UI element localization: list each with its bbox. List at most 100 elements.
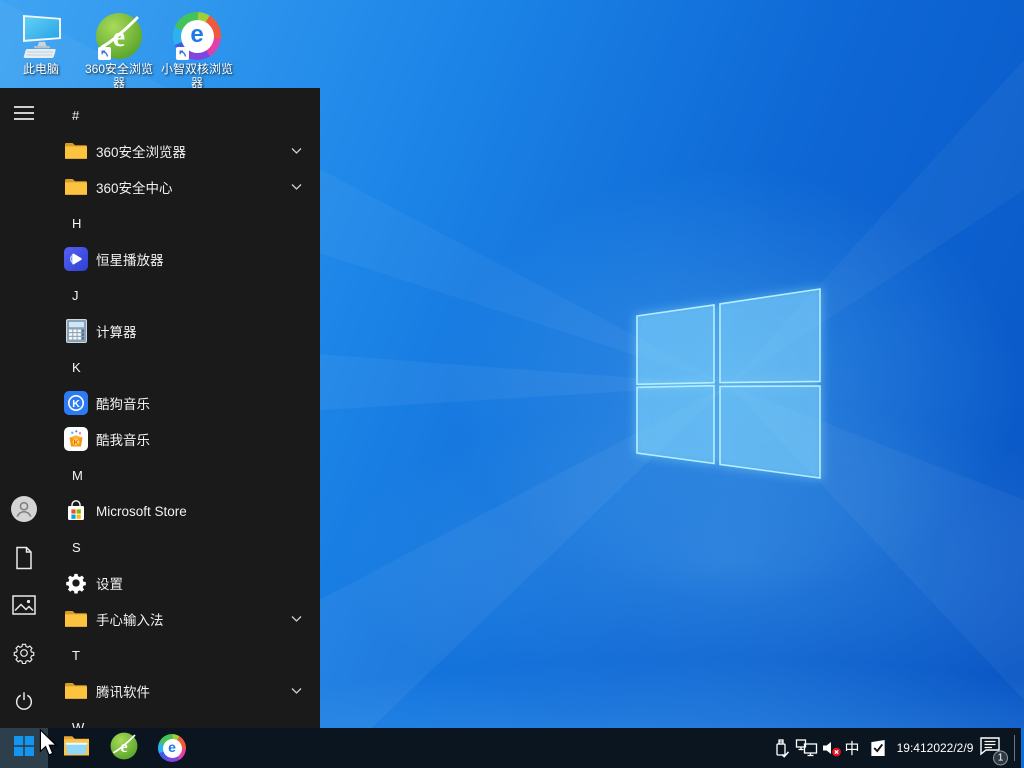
start-menu-item-label: 酷我音乐 [96,429,150,449]
shortcut-arrow-icon [98,47,111,60]
desktop-icon-label: 小智双核浏览器 [159,62,235,90]
start-menu: #360安全浏览器 360安全中心 H 恒星播放器 J 计算器 K K 酷狗音乐 K 酷我音乐 M Mi… [0,88,320,728]
notification-badge: 1 [993,751,1008,766]
svg-text:K: K [72,398,80,410]
rail-documents-button[interactable] [0,536,48,584]
section-letter: # [72,108,79,123]
start-menu-app-list: #360安全浏览器 360安全中心 H 恒星播放器 J 计算器 K K 酷狗音乐 K 酷我音乐 M Mi… [48,97,320,728]
store-icon [64,498,88,524]
browser-360-icon: e [95,4,143,60]
desktop-icon-this-pc[interactable]: 此电脑 [2,4,80,90]
volume-muted-icon[interactable] [820,738,844,758]
start-menu-item[interactable]: 360安全浏览器 [48,133,320,169]
start-menu-item-label: 计算器 [96,321,137,341]
desktop-icon-label: 360安全浏览器 [81,62,157,90]
clock-time: 19:41 [897,741,927,755]
rail-pictures-button[interactable] [0,583,48,631]
start-menu-item-label: 360安全浏览器 [96,141,186,161]
start-button[interactable] [0,728,48,768]
app-list-section-header[interactable]: # [48,97,320,133]
kugou-icon: K [64,390,88,416]
security-check-icon[interactable] [869,739,888,758]
start-menu-item-label: 设置 [96,573,123,593]
rail-start-menu-expand-button[interactable] [0,91,48,139]
folder-icon [64,174,88,200]
rail-user-account-button[interactable] [0,487,48,535]
app-list-section-header[interactable]: W [48,709,320,728]
clock[interactable]: 19:41 2022/2/9 [897,741,974,755]
taskbar-360-browser-taskbar-button[interactable]: e [104,728,144,768]
chevron-down-icon[interactable] [291,688,302,695]
start-menu-item[interactable]: Microsoft Store [48,493,320,529]
start-menu-item[interactable]: 恒星播放器 [48,241,320,277]
app-list-section-header[interactable]: S [48,529,320,565]
start-menu-item[interactable]: 手心输入法 [48,601,320,637]
shortcut-arrow-icon [176,47,189,60]
app-list-section-header[interactable]: J [48,277,320,313]
app-list-section-header[interactable]: T [48,637,320,673]
start-menu-item-label: 腾讯软件 [96,681,150,701]
section-letter: H [72,216,81,231]
section-letter: T [72,648,80,663]
svg-text:K: K [74,439,79,446]
taskbar-xiaozhi-browser-taskbar-button[interactable]: e [152,728,192,768]
taskbar: ee 中 19:41 2022/2/9 1 [0,728,1024,768]
kuwo-icon: K [64,426,88,452]
section-letter: W [72,720,84,729]
start-menu-item[interactable]: 360安全中心 [48,169,320,205]
rail-power-button[interactable] [0,679,48,727]
start-menu-item-label: 360安全中心 [96,177,173,197]
folder-icon [64,678,88,704]
system-tray: 中 19:41 2022/2/9 1 [760,728,1024,768]
user-icon [11,496,37,527]
hamburger-icon [13,105,35,126]
chevron-down-icon[interactable] [291,616,302,623]
app-list-section-header[interactable]: H [48,205,320,241]
document-icon [14,546,34,575]
explorer-icon [63,734,90,762]
section-letter: M [72,468,83,483]
ime-indicator[interactable]: 中 [844,738,859,759]
calculator-icon [64,318,88,344]
section-letter: J [72,288,79,303]
start-menu-item[interactable]: 设置 [48,565,320,601]
start-menu-item[interactable]: 腾讯软件 [48,673,320,709]
desktop-icon-label: 此电脑 [23,62,59,76]
desktop-icon-grid: 此电脑e360安全浏览器e小智双核浏览器 [2,4,236,90]
windows-logo-icon [14,736,34,761]
browser-xiaozhi-icon: e [173,4,221,60]
start-menu-item-label: 手心输入法 [96,609,164,629]
usb-eject-icon[interactable] [770,737,792,759]
start-menu-item-label: 酷狗音乐 [96,393,150,413]
app-list-section-header[interactable]: M [48,457,320,493]
desktop-icon-xiaozhi-browser[interactable]: e小智双核浏览器 [158,4,236,90]
folder-icon [64,606,88,632]
windows-hero-logo [637,289,820,478]
chevron-down-icon[interactable] [291,148,302,155]
power-icon [13,690,35,717]
gear-solid-icon [64,570,88,596]
desktop-icon-360-browser[interactable]: e360安全浏览器 [80,4,158,90]
pictures-icon [12,595,36,620]
section-letter: K [72,360,81,375]
start-menu-item-label: 恒星播放器 [96,249,164,269]
taskbar-file-explorer-button[interactable] [56,728,96,768]
clock-date: 2022/2/9 [927,741,974,755]
start-menu-item[interactable]: K 酷狗音乐 [48,385,320,421]
start-menu-item-label: Microsoft Store [96,504,187,519]
tray-divider [1014,735,1015,761]
action-center-icon[interactable]: 1 [979,736,1001,761]
this-pc-icon [14,4,68,60]
folder-icon [64,138,88,164]
network-icon[interactable] [795,738,819,758]
start-menu-item[interactable]: 计算器 [48,313,320,349]
section-letter: S [72,540,81,555]
gear-outline-icon [13,642,35,669]
browser-xiaozhi-small-icon: e [158,734,186,762]
chevron-down-icon[interactable] [291,184,302,191]
rail-settings-button[interactable] [0,631,48,679]
start-menu-item[interactable]: K 酷我音乐 [48,421,320,457]
hengxing-icon [64,246,88,272]
app-list-section-header[interactable]: K [48,349,320,385]
browser-360-small-icon: e [110,732,138,765]
